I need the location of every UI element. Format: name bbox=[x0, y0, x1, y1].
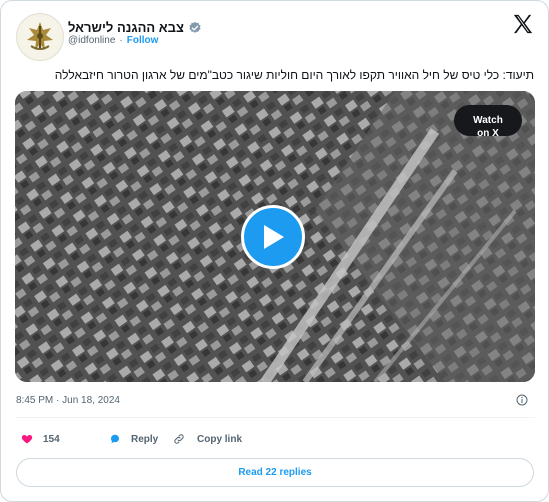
action-bar: 154 Reply Copy link bbox=[21, 433, 242, 445]
heart-icon bbox=[21, 435, 33, 444]
reply-label: Reply bbox=[131, 433, 159, 445]
link-icon bbox=[174, 434, 184, 444]
author-name-row[interactable]: צבא ההגנה לישראל bbox=[68, 20, 202, 35]
avatar[interactable] bbox=[16, 13, 64, 61]
video-player[interactable]: Watch on X bbox=[15, 91, 535, 382]
verified-badge-icon bbox=[189, 21, 201, 33]
author-handle[interactable]: @idfonline bbox=[68, 35, 115, 46]
follow-button[interactable]: Follow bbox=[127, 35, 159, 46]
like-button[interactable]: 154 bbox=[21, 433, 109, 445]
like-count: 154 bbox=[43, 433, 60, 445]
divider bbox=[15, 417, 535, 418]
copy-link-button[interactable]: Copy link bbox=[173, 433, 242, 445]
reply-button[interactable]: Reply bbox=[109, 433, 173, 445]
copy-link-label: Copy link bbox=[197, 433, 243, 445]
play-button[interactable] bbox=[241, 205, 305, 269]
idf-logo-avatar bbox=[18, 15, 62, 59]
read-replies-button[interactable]: Read 22 replies bbox=[16, 458, 534, 487]
tweet-timestamp[interactable]: 8:45 PM · Jun 18, 2024 bbox=[16, 395, 120, 406]
info-icon[interactable] bbox=[516, 394, 528, 406]
tweet-embed-card: צבא ההגנה לישראל @idfonline · Follow תיע… bbox=[0, 0, 549, 502]
x-logo-icon[interactable] bbox=[512, 13, 534, 35]
tweet-text: תיעוד: כלי טיס של חיל האוויר תקפו לאורך … bbox=[54, 68, 534, 82]
play-icon bbox=[264, 225, 284, 249]
watch-on-x-button[interactable]: Watch on X bbox=[454, 105, 522, 139]
separator-dot: · bbox=[119, 35, 123, 46]
reply-icon bbox=[111, 434, 119, 444]
author-display-name[interactable]: צבא ההגנה לישראל bbox=[68, 20, 184, 35]
author-handle-row: @idfonline · Follow bbox=[68, 35, 158, 46]
